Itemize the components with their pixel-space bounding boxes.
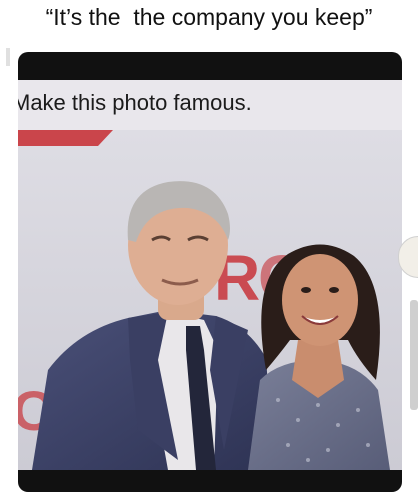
photo-illustration: R C O [18, 130, 402, 470]
side-tab [410, 300, 418, 410]
post-header: Make this photo famous. [18, 80, 402, 130]
screenshot-area: Make this photo famous. R O [18, 80, 402, 470]
post-text: Make this photo famous. [18, 90, 252, 115]
frame-edge [6, 48, 10, 66]
photo: R C O [18, 130, 402, 470]
meme-caption: “It’s the the company you keep” [45, 4, 373, 30]
